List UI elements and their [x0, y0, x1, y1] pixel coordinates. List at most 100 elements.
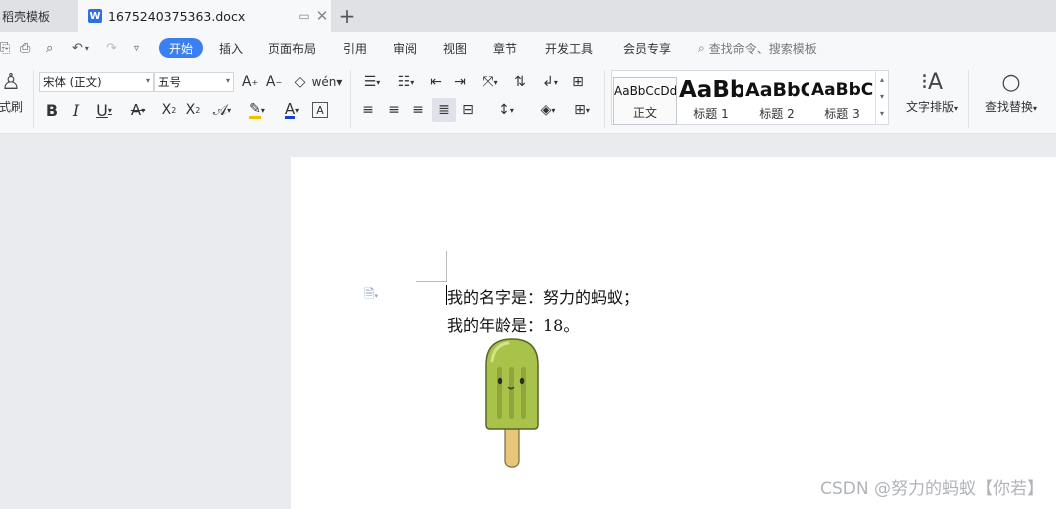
ribbon-toolbar: ♙ 式刷 宋体 (正文) ▾ 五号 ▾ A + A − ◇ wén▾ B I U ▾ A ▾…	[0, 64, 1056, 134]
format-painter-button[interactable]: ♙ 式刷	[0, 68, 26, 115]
quick-access-more-icon[interactable]: ▿	[134, 39, 139, 57]
style-name: 正文	[632, 106, 657, 120]
popsicle-stripe	[521, 367, 526, 419]
tab-template[interactable]: 稻壳模板	[0, 0, 78, 32]
tab-stops-icon[interactable]: ⊞	[568, 72, 588, 92]
popsicle-stripe	[509, 367, 514, 419]
subscript-icon[interactable]: X2	[182, 100, 204, 120]
superscript-icon[interactable]: X2	[158, 100, 180, 120]
menu-review[interactable]: 审阅	[393, 40, 417, 57]
format-painter-label: 式刷	[0, 100, 23, 114]
char-border-icon[interactable]: A	[312, 102, 328, 118]
paragraph-mark-icon[interactable]: ↲ ▾	[536, 72, 564, 92]
text-layout-label: 文字排版	[905, 100, 954, 114]
style-preview: AaBb	[679, 77, 743, 103]
tab-document[interactable]: W 1675240375363.docx ▭ ✕	[78, 0, 331, 32]
document-workspace[interactable]: 🗎▾ 我的名字是：努力的蚂蚁； 我的年龄是：18。 CSDN @努力的蚂蚁【你若…	[0, 135, 1056, 509]
font-name-value: 宋体 (正文)	[43, 75, 102, 89]
decrease-indent-icon[interactable]: ⇤	[426, 72, 446, 92]
styles-gallery: AaBbCcDd 正文 AaBb 标题 1 AaBbC 标题 2 AaBbC 标…	[611, 70, 889, 125]
menu-references[interactable]: 引用	[343, 40, 367, 57]
chevron-down-icon: ▾	[145, 76, 150, 85]
search-icon: ⌕	[698, 41, 705, 55]
shading-icon[interactable]: ◈ ▾	[534, 100, 562, 120]
paragraph-menu-icon[interactable]: 🗎▾	[364, 285, 378, 307]
print-icon[interactable]: ⎙	[20, 39, 30, 57]
tab-document-label: 1675240375363.docx	[108, 8, 246, 24]
redo-icon[interactable]: ↷	[106, 39, 117, 57]
menu-member[interactable]: 会员专享	[623, 40, 671, 57]
csdn-watermark: CSDN @努力的蚂蚁【你若】	[820, 479, 1044, 499]
distribute-icon[interactable]: ⊟	[458, 100, 478, 120]
divider	[604, 70, 605, 128]
style-name: 标题 2	[759, 107, 795, 121]
text-effect-icon[interactable]: 𝒜 ▾	[208, 100, 236, 120]
style-heading-1[interactable]: AaBb 标题 1	[679, 77, 743, 125]
text-layout-button[interactable]: ⁝A 文字排版▾	[902, 68, 962, 115]
margin-corner-mark	[416, 281, 446, 282]
strikethrough-icon[interactable]: A ▾	[124, 100, 152, 120]
find-replace-button[interactable]: ○ 查找替换▾	[980, 68, 1042, 115]
menu-home[interactable]: 开始	[159, 38, 203, 58]
italic-icon[interactable]: I	[66, 100, 86, 120]
command-search-placeholder: 查找命令、搜索模板	[708, 42, 817, 56]
popsicle-eye	[519, 377, 525, 385]
new-tab-button[interactable]: +	[336, 4, 358, 28]
menu-page-layout[interactable]: 页面布局	[268, 40, 316, 57]
style-preview: AaBbC	[745, 79, 809, 101]
styles-scroll[interactable]: ▴ ▾ ▾	[875, 71, 888, 124]
align-right-icon[interactable]: ≡	[408, 100, 428, 120]
highlight-icon[interactable]: ✎ ▾	[242, 100, 272, 120]
phonetic-guide-icon[interactable]: wén▾	[312, 72, 343, 92]
document-line-2[interactable]: 我的年龄是：18。	[447, 312, 579, 336]
style-heading-3[interactable]: AaBbC 标题 3	[811, 77, 873, 125]
style-heading-2[interactable]: AaBbC 标题 2	[745, 77, 809, 125]
chinese-layout-icon[interactable]: ⤧ ▾	[476, 72, 504, 92]
command-search[interactable]: ⌕ 查找命令、搜索模板	[698, 40, 817, 57]
sort-icon[interactable]: ⇅	[510, 72, 530, 92]
print-preview-icon[interactable]: ⌕	[46, 39, 53, 57]
tab-template-label: 稻壳模板	[2, 9, 51, 24]
save-icon[interactable]: ⎘	[0, 39, 10, 57]
shrink-font-icon[interactable]: A −	[264, 72, 284, 92]
underline-icon[interactable]: U ▾	[90, 100, 118, 120]
font-color-icon[interactable]: A ▾	[278, 100, 306, 120]
document-page[interactable]: 🗎▾ 我的名字是：努力的蚂蚁； 我的年龄是：18。	[291, 157, 1056, 509]
align-center-icon[interactable]: ≡	[384, 100, 404, 120]
magnifier-icon: ○	[1001, 70, 1021, 95]
pin-tab-icon[interactable]: ▭	[295, 7, 313, 25]
popsicle-image[interactable]	[484, 337, 540, 469]
menu-view[interactable]: 视图	[443, 40, 467, 57]
style-normal[interactable]: AaBbCcDd 正文	[613, 77, 677, 125]
clear-format-icon[interactable]: ◇	[290, 72, 310, 92]
align-left-icon[interactable]: ≡	[358, 100, 378, 120]
close-tab-icon[interactable]: ✕	[313, 7, 331, 25]
menu-insert[interactable]: 插入	[219, 40, 243, 57]
font-size-select[interactable]: 五号 ▾	[154, 72, 234, 92]
tab-bar: 稻壳模板 W 1675240375363.docx ▭ ✕ +	[0, 0, 1056, 32]
font-name-select[interactable]: 宋体 (正文) ▾	[39, 72, 154, 92]
popsicle-stripe	[497, 367, 502, 419]
increase-indent-icon[interactable]: ⇥	[450, 72, 470, 92]
grow-font-icon[interactable]: A +	[240, 72, 260, 92]
brush-icon: ♙	[1, 70, 21, 95]
margin-corner-mark	[446, 251, 447, 282]
style-name: 标题 3	[824, 107, 860, 121]
chevron-down-icon: ▾	[225, 76, 230, 85]
menu-chapter[interactable]: 章节	[493, 40, 517, 57]
text-layout-icon: ⁝A	[920, 70, 944, 95]
line-spacing-icon[interactable]: ↕ ▾	[492, 100, 520, 120]
style-name: 标题 1	[693, 107, 729, 121]
borders-icon[interactable]: ⊞ ▾	[568, 100, 596, 120]
font-size-value: 五号	[158, 75, 181, 89]
style-preview: AaBbCcDd	[614, 84, 676, 98]
bold-icon[interactable]: B	[42, 100, 62, 120]
bullet-list-icon[interactable]: ☰ ▾	[358, 72, 386, 92]
divider	[968, 70, 969, 128]
undo-icon[interactable]: ↶ ▾	[72, 39, 89, 57]
document-line-1[interactable]: 我的名字是：努力的蚂蚁；	[447, 284, 639, 308]
menu-bar: ⎘ ⎙ ⌕ ↶ ▾ ↷ ▿ 开始 插入 页面布局 引用 审阅 视图 章节 开发工具…	[0, 32, 1056, 64]
justify-icon[interactable]: ≣	[432, 98, 456, 122]
numbered-list-icon[interactable]: ☷ ▾	[392, 72, 420, 92]
menu-developer[interactable]: 开发工具	[545, 40, 593, 57]
